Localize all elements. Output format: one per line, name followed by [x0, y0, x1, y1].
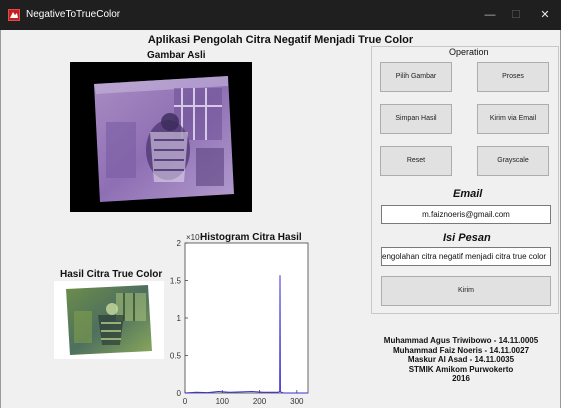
histogram-x-ticks: 0 100 200 300	[183, 390, 304, 406]
isi-pesan-field[interactable]: engolahan citra negatif menjadi citra tr…	[381, 247, 551, 266]
histogram-series-line	[184, 275, 308, 394]
isi-pesan-label: Isi Pesan	[443, 232, 491, 244]
credits-block: Muhammad Agus Triwibowo - 14.11.0005 Muh…	[372, 336, 550, 384]
credit-line: Maskur Al Asad - 14.11.0035	[407, 355, 515, 364]
original-image	[70, 62, 252, 212]
histogram-x-tick-label: 100	[216, 397, 230, 406]
window-title: NegativeToTrueColor	[26, 9, 121, 20]
histogram-y-tick-label: 1.5	[170, 277, 182, 286]
operation-panel-title: Operation	[446, 47, 492, 57]
histogram-y-tick-label: 1	[177, 314, 182, 323]
histogram-x-tick-label: 0	[183, 397, 188, 406]
histogram-y-tick-label: 0.5	[170, 352, 182, 361]
reset-button[interactable]: Reset	[380, 146, 452, 176]
histogram-y-ticks: 0 0.5 1 1.5 2	[170, 239, 188, 398]
original-image-label: Gambar Asli	[147, 50, 206, 61]
histogram-plot-area	[184, 242, 309, 394]
pilih-gambar-button[interactable]: Pilih Gambar	[380, 62, 452, 92]
simpan-hasil-button[interactable]: Simpan Hasil	[380, 104, 452, 134]
credit-line: Muhammad Faiz Noeris - 14.11.0027	[392, 345, 530, 355]
histogram-y-tick-label: 2	[177, 239, 182, 248]
kirim-via-email-button[interactable]: Kirim via Email	[477, 104, 549, 134]
email-field[interactable]: m.faiznoeris@gmail.com	[381, 205, 551, 224]
original-photo-graphic	[94, 76, 234, 202]
histogram-y-tick-label: 0	[177, 389, 182, 398]
credit-line: 2016	[452, 374, 470, 383]
credit-line: Muhammad Agus Triwibowo - 14.11.0005	[383, 336, 539, 345]
title-bar: NegativeToTrueColor — ☐ ✕	[0, 0, 561, 30]
result-photo-graphic	[66, 285, 152, 355]
app-icon	[8, 9, 20, 21]
result-image-label: Hasil Citra True Color	[60, 269, 163, 280]
maximize-button[interactable]: ☐	[503, 5, 529, 25]
credit-line: STMIK Amikom Purwokerto	[408, 364, 514, 374]
result-image	[54, 281, 164, 359]
proses-button[interactable]: Proses	[477, 62, 549, 92]
histogram-title: Histogram Citra Hasil	[200, 232, 302, 243]
histogram-x-tick-label: 300	[290, 397, 304, 406]
app-title: Aplikasi Pengolah Citra Negatif Menjadi …	[147, 34, 414, 46]
histogram-x-tick-label: 200	[253, 397, 267, 406]
kirim-button[interactable]: Kirim	[381, 276, 551, 306]
email-label: Email	[453, 188, 483, 200]
minimize-button[interactable]: —	[477, 5, 503, 25]
close-button[interactable]: ✕	[532, 5, 558, 25]
grayscale-button[interactable]: Grayscale	[477, 146, 549, 176]
